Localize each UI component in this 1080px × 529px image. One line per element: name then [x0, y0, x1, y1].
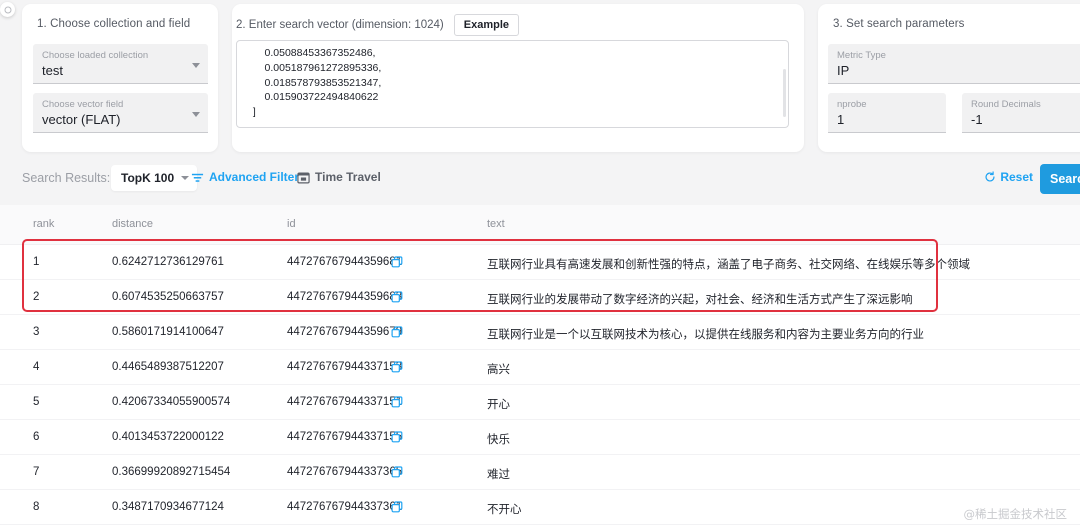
cell-text: 互联网行业具有高速发展和创新性强的特点，涵盖了电子商务、社交网络、在线娱乐等多个…	[487, 259, 970, 271]
collection-select-value: test	[42, 63, 63, 78]
column-header-id: id	[287, 218, 296, 230]
copy-icon[interactable]	[391, 325, 403, 343]
advanced-filter-button[interactable]: Advanced Filter	[191, 170, 299, 184]
example-button[interactable]: Example	[453, 14, 519, 37]
cell-distance: 0.36699920892715454	[112, 466, 231, 478]
calendar-icon	[297, 171, 310, 183]
cell-distance: 0.3487170934677124	[112, 501, 224, 513]
topk-value: TopK 100	[121, 171, 175, 185]
cell-text: 快乐	[487, 434, 510, 446]
table-row[interactable]: 8 0.3487170934677124 447276767944337361 …	[0, 490, 1080, 525]
panel-params-title: 3. Set search parameters	[833, 18, 965, 30]
panel-collection-title: 1. Choose collection and field	[37, 18, 191, 30]
advanced-filter-label: Advanced Filter	[209, 170, 300, 184]
round-decimals-value: -1	[971, 112, 983, 127]
cell-rank: 5	[33, 396, 40, 408]
collection-select[interactable]: Choose loaded collection test	[33, 44, 208, 84]
copy-icon[interactable]	[391, 430, 403, 448]
table-row[interactable]: 1 0.6242712736129761 447276767944359681 …	[0, 245, 1080, 280]
table-row[interactable]: 5 0.42067334055900574 447276767944337151…	[0, 385, 1080, 420]
cell-text: 互联网行业的发展带动了数字经济的兴起，对社会、经济和生活方式产生了深远影响	[487, 294, 913, 306]
cell-id: 447276767944337361	[287, 501, 403, 513]
vector-field-select-value: vector (FLAT)	[42, 112, 121, 127]
cell-id: 447276767944359679	[287, 326, 403, 338]
time-travel-button[interactable]: Time Travel	[297, 170, 381, 184]
time-travel-label: Time Travel	[315, 170, 381, 184]
reset-button[interactable]: Reset	[984, 170, 1033, 184]
cell-distance: 0.6074535250663757	[112, 291, 224, 303]
copy-icon[interactable]	[391, 395, 403, 413]
table-row[interactable]: 4 0.4465489387512207 447276767944337153 …	[0, 350, 1080, 385]
copy-icon[interactable]	[391, 255, 403, 273]
nprobe-label: nprobe	[837, 99, 867, 110]
cell-rank: 3	[33, 326, 40, 338]
results-table: rank distance id text 1 0.62427127361297…	[0, 205, 1080, 529]
search-vector-header: 2. Enter search vector (dimension: 1024)…	[236, 14, 519, 37]
table-row[interactable]: 3 0.5860171914100647 447276767944359679 …	[0, 315, 1080, 350]
cell-distance: 0.42067334055900574	[112, 396, 231, 408]
column-header-rank: rank	[33, 218, 55, 230]
cell-rank: 2	[33, 291, 40, 303]
column-header-text: text	[487, 218, 505, 230]
round-decimals-label: Round Decimals	[971, 99, 1041, 110]
metric-type-label: Metric Type	[837, 50, 886, 61]
vector-field-select[interactable]: Choose vector field vector (FLAT)	[33, 93, 208, 133]
metric-type-value: IP	[837, 63, 850, 78]
table-row[interactable]: 7 0.36699920892715454 447276767944337365…	[0, 455, 1080, 490]
cell-id: 447276767944337365	[287, 466, 403, 478]
cell-rank: 1	[33, 256, 40, 268]
cell-rank: 8	[33, 501, 40, 513]
cell-id: 447276767944337151	[287, 396, 403, 408]
search-button[interactable]: Search	[1040, 164, 1080, 194]
chevron-down-icon	[192, 112, 200, 117]
cell-id: 447276767944337153	[287, 361, 403, 373]
cell-text: 不开心	[487, 504, 522, 516]
cell-id: 447276767944359683	[287, 291, 403, 303]
cell-text: 难过	[487, 469, 510, 481]
metric-type-select[interactable]: Metric Type IP	[828, 44, 1080, 84]
search-config-row: 1. Choose collection and field Choose lo…	[0, 0, 1080, 155]
copy-icon[interactable]	[391, 290, 403, 308]
round-decimals-field[interactable]: Round Decimals -1	[962, 93, 1080, 133]
refresh-icon	[985, 171, 995, 182]
copy-icon[interactable]	[391, 360, 403, 378]
reset-label: Reset	[1000, 170, 1033, 184]
search-vector-input[interactable]: 0.05088453367352486, 0.00518796127289533…	[236, 40, 789, 128]
copy-icon[interactable]	[391, 500, 403, 518]
cell-rank: 6	[33, 431, 40, 443]
cell-distance: 0.4013453722000122	[112, 431, 224, 443]
cell-distance: 0.6242712736129761	[112, 256, 224, 268]
copy-icon[interactable]	[391, 465, 403, 483]
cell-distance: 0.4465489387512207	[112, 361, 224, 373]
cell-distance: 0.5860171914100647	[112, 326, 224, 338]
cell-id: 447276767944337155	[287, 431, 403, 443]
nprobe-field[interactable]: nprobe 1	[828, 93, 946, 133]
nprobe-value: 1	[837, 112, 845, 127]
table-row[interactable]: 6 0.4013453722000122 447276767944337155 …	[0, 420, 1080, 455]
filter-icon	[191, 173, 204, 182]
table-row[interactable]: 2 0.6074535250663757 447276767944359683 …	[0, 280, 1080, 315]
search-results-label: Search Results:	[22, 171, 111, 185]
vector-field-select-label: Choose vector field	[42, 99, 124, 110]
column-header-distance: distance	[112, 218, 153, 230]
results-toolbar: Search Results: TopK 100 Advanced Filter…	[0, 160, 1080, 205]
collection-select-label: Choose loaded collection	[42, 50, 149, 61]
topk-dropdown[interactable]: TopK 100	[111, 165, 198, 191]
cell-text: 高兴	[487, 364, 510, 376]
vector-scrollbar[interactable]	[783, 69, 786, 117]
cell-id: 447276767944359681	[287, 256, 403, 268]
search-page: 1. Choose collection and field Choose lo…	[0, 0, 1080, 529]
cell-text: 开心	[487, 399, 510, 411]
chevron-down-icon	[192, 63, 200, 68]
cell-rank: 4	[33, 361, 40, 373]
cell-text: 互联网行业是一个以互联网技术为核心，以提供在线服务和内容为主要业务方向的行业	[487, 329, 924, 341]
search-vector-value: 0.05088453367352486, 0.00518796127289533…	[252, 47, 382, 119]
watermark: @稀土掘金技术社区	[963, 507, 1068, 521]
chevron-down-icon	[181, 176, 190, 180]
table-header: rank distance id text	[0, 205, 1080, 245]
panel-vector-title: 2. Enter search vector (dimension: 1024)	[236, 19, 444, 32]
cell-rank: 7	[33, 466, 40, 478]
